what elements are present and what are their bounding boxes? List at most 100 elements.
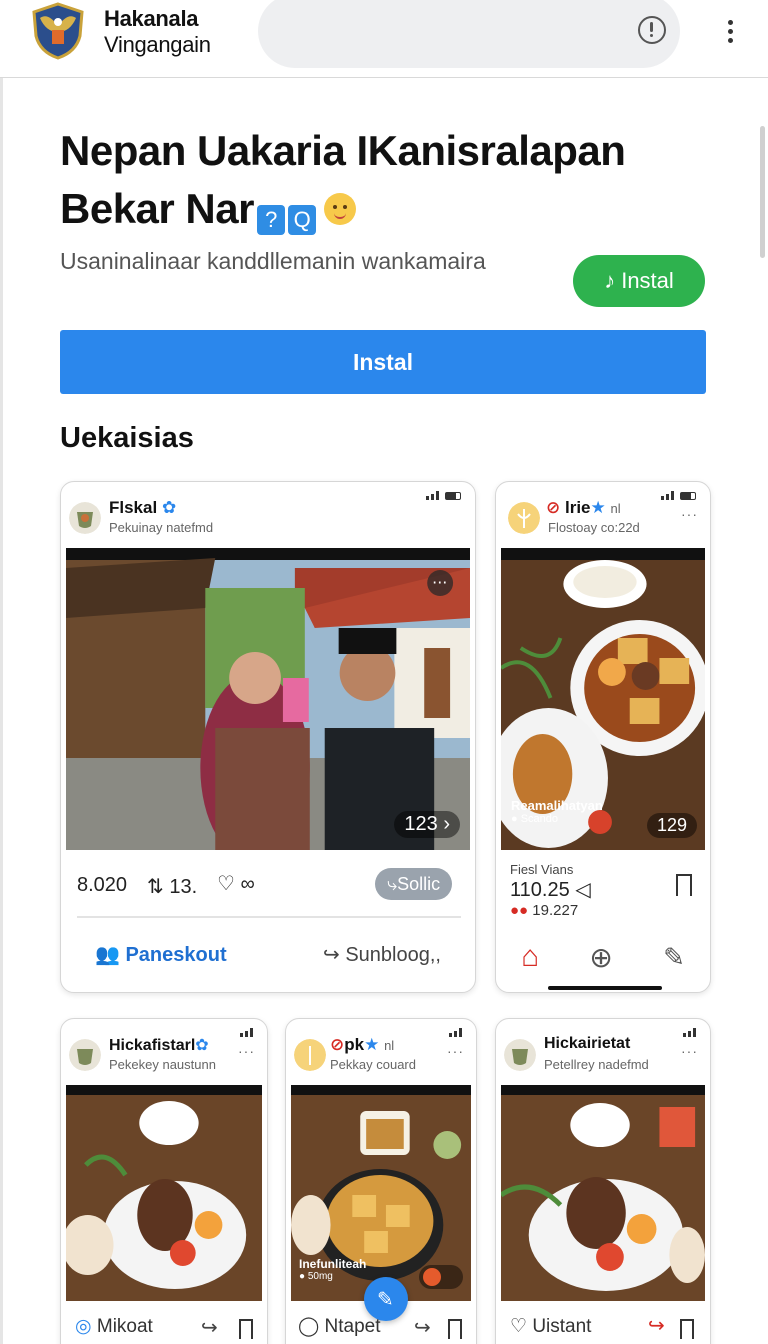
post-card-2[interactable]: ⊘ lrie★ nl Flostoay co:22d ··· Reamaliha… (495, 481, 711, 993)
smiley-emoji-icon (323, 193, 356, 225)
section-title: Uekaisias (60, 422, 194, 454)
pencil-icon: ✎ (377, 1289, 394, 1311)
share-icon[interactable]: ↪ (648, 1313, 665, 1338)
app-name-primary: Hakanala (104, 6, 199, 31)
home-indicator (548, 986, 662, 990)
photo-caption-sub: ● Scando (511, 813, 559, 825)
likes-count: 8.020 (77, 874, 128, 896)
send-icon[interactable]: ◁ (575, 879, 590, 901)
post-card-4[interactable]: ⊘pk★ nl Pekkay couard ··· Inefunliteah ●… (285, 1018, 477, 1344)
card-title-suffix: nl (610, 501, 621, 516)
photo-caption: Inefunliteah ● 50mg (299, 1257, 366, 1282)
photo-count: 123 (404, 813, 438, 835)
card-title: Hickairietat (544, 1035, 631, 1052)
install-pill-button[interactable]: ♪ Instal (573, 255, 705, 307)
photo-caption-title: Inefunliteah (299, 1257, 367, 1271)
photo-count: 129 (656, 815, 687, 835)
share-button[interactable]: ⤷ Sollic (375, 868, 453, 900)
headline-line-2: Bekar Nar? Q (60, 180, 720, 242)
search-glyph-icon: Q (287, 205, 316, 235)
post-photo[interactable]: ··· 123 › (66, 548, 470, 850)
edit-icon[interactable]: ✎ (663, 942, 685, 973)
photo-food (66, 1085, 262, 1301)
status-icons (661, 490, 696, 500)
photo-caption-title: Reamalihatyan (511, 798, 603, 813)
secondary-action[interactable]: ↪ Sunbloog,, (323, 942, 441, 967)
more-icon[interactable]: ··· (238, 1043, 255, 1059)
reaction-badge (419, 1265, 463, 1289)
card-subtitle: Petellrey nadefmd (544, 1057, 649, 1072)
card-subtitle: Pekekey naustunn (109, 1057, 216, 1072)
card-title-text: Flskal (109, 498, 158, 517)
reaction-icons: ●● (510, 902, 529, 919)
avatar (69, 502, 101, 534)
post-card-3[interactable]: Hickafistarl✿ Pekekey naustunn ··· ◎ Mik… (60, 1018, 268, 1344)
compass-icon: ◎ (75, 1316, 92, 1337)
more-icon[interactable]: ··· (681, 1043, 698, 1059)
bookmark-icon[interactable] (676, 874, 692, 896)
post-card-1[interactable]: Flskal ✿ Pekuinay natefmd ··· 123 › 8.02… (60, 481, 476, 993)
home-icon[interactable]: ⌂ (521, 940, 539, 974)
meta-label: Fiesl Vians (510, 862, 574, 877)
post-photo[interactable]: Reamalihatyan ● Scando 129 (501, 548, 705, 850)
share-icon[interactable]: ↪ (201, 1315, 218, 1340)
card-subtitle: Pekkay couard (330, 1057, 416, 1072)
app-subtitle: Usaninalinaar kanddllemanin wankamaira (60, 248, 486, 274)
photo-caption-sub-text: Scando (520, 813, 559, 825)
photo-food (501, 1085, 705, 1301)
help-icon: ? (256, 205, 285, 235)
footer-action-label: Ntapet (324, 1316, 381, 1337)
card-title: ⊘ lrie★ nl (546, 498, 621, 518)
scrollbar[interactable] (760, 126, 765, 258)
status-icons (683, 1027, 696, 1037)
photo-couple: ··· (66, 548, 470, 850)
share-icon[interactable]: ↪ (414, 1315, 431, 1340)
card-footer-action[interactable]: ◎ Mikoat (75, 1315, 153, 1338)
primary-action-label: Paneskout (125, 944, 227, 966)
app-name-secondary: Vingangain (104, 32, 211, 57)
card-title-text: Hickafistarl (109, 1037, 196, 1054)
people-icon: 👥 (95, 944, 120, 966)
card-footer-action[interactable]: ♡ Uistant (510, 1315, 591, 1338)
page-edge (0, 78, 3, 1344)
post-photo[interactable] (501, 1085, 705, 1301)
post-card-5[interactable]: Hickairietat Petellrey nadefmd ··· ♡ Uis… (495, 1018, 711, 1344)
bookmark-icon[interactable] (448, 1319, 462, 1339)
add-icon[interactable]: ⊕ (589, 941, 612, 974)
primary-action[interactable]: 👥 Paneskout (95, 942, 227, 967)
avatar (508, 502, 540, 534)
top-app-bar: Hakanala Vingangain (0, 0, 768, 78)
card-title: Flskal ✿ (109, 498, 176, 518)
app-name: Hakanala Vingangain (104, 6, 211, 58)
install-button-label: Instal (352, 348, 414, 375)
card-title-text: pk (344, 1035, 365, 1054)
logo-emblem-icon (32, 2, 84, 60)
bookmark-icon[interactable] (680, 1319, 694, 1339)
repost-stat[interactable]: ⇅ 13. (147, 874, 197, 899)
headline-icons: ? Q (254, 184, 316, 242)
avatar (69, 1039, 101, 1071)
status-icons (240, 1027, 253, 1037)
install-button[interactable]: Instal (60, 330, 706, 394)
post-photo[interactable]: Inefunliteah ● 50mg (291, 1085, 471, 1301)
star-icon: ★ (364, 1035, 380, 1054)
more-icon[interactable]: ··· (681, 506, 698, 522)
kebab-menu-icon[interactable] (722, 18, 738, 46)
more-icon[interactable]: ··· (447, 1043, 464, 1059)
bookmark-icon[interactable] (239, 1319, 253, 1339)
post-photo[interactable] (66, 1085, 262, 1301)
divider (77, 916, 461, 918)
card-title-suffix: nl (384, 1038, 395, 1053)
info-icon[interactable] (638, 16, 666, 44)
reactions-count: 19.227 (532, 902, 579, 919)
brand-icon: ⊘ (546, 498, 561, 517)
card-title-text: lrie (564, 498, 591, 517)
star-icon: ★ (590, 498, 606, 517)
card-footer-action[interactable]: ◯ Ntapet (298, 1315, 381, 1338)
photo-caption-sub: ● 50mg (299, 1271, 333, 1282)
search-bar[interactable] (258, 0, 680, 68)
heart-icon[interactable]: ♡ ∞ (217, 871, 255, 896)
repost-count: 13. (169, 876, 198, 898)
photo-count-badge: 123 › (394, 811, 460, 838)
comment-icon: ◯ (298, 1316, 320, 1337)
